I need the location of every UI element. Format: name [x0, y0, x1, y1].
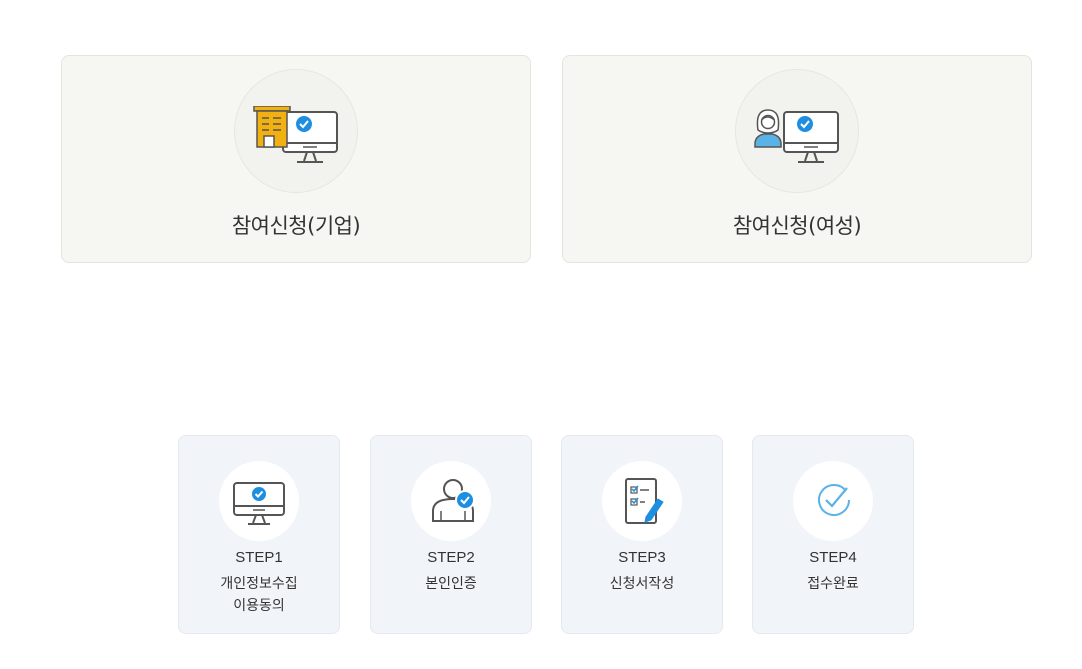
- step3-icon-circle: [602, 461, 682, 541]
- step1-icon-circle: [219, 461, 299, 541]
- step1-desc-line2: 이용동의: [233, 598, 285, 614]
- checklist-pen-icon: [625, 478, 664, 524]
- apply-women-label: 참여신청(여성): [732, 214, 862, 238]
- step1-desc: 개인정보수집 이용동의: [179, 573, 339, 617]
- step4-title: STEP4: [809, 549, 857, 566]
- step1-title: STEP1: [235, 549, 283, 566]
- step3-title: STEP3: [618, 549, 666, 566]
- checkmark-circle-icon: [818, 484, 850, 516]
- step2-desc: 본인인증: [371, 573, 531, 595]
- step-card-1: STEP1 개인정보수집 이용동의: [178, 435, 340, 634]
- step-card-4: STEP4 접수완료: [752, 435, 914, 634]
- step4-icon-circle: [793, 461, 873, 541]
- apply-corporate-button[interactable]: 참여신청(기업): [61, 55, 531, 263]
- step2-title: STEP2: [427, 549, 475, 566]
- step2-desc-line1: 본인인증: [425, 576, 477, 592]
- step3-desc-line1: 신청서작성: [609, 576, 675, 592]
- person-check-icon: [432, 479, 475, 522]
- step4-desc-line1: 접수완료: [807, 576, 859, 592]
- step1-desc-line1: 개인정보수집: [220, 576, 298, 592]
- step3-desc: 신청서작성: [562, 573, 722, 595]
- woman-monitor-icon: [754, 109, 839, 163]
- step2-icon-circle: [411, 461, 491, 541]
- apply-women-button[interactable]: 참여신청(여성): [562, 55, 1032, 263]
- step4-desc: 접수완료: [753, 573, 913, 595]
- monitor-check-icon: [233, 482, 285, 525]
- step-card-2: STEP2 본인인증: [370, 435, 532, 634]
- apply-corporate-icon-circle: [234, 69, 358, 193]
- apply-women-icon-circle: [735, 69, 859, 193]
- step-card-3: STEP3 신청서작성: [561, 435, 723, 634]
- building-monitor-icon: [253, 106, 338, 163]
- apply-corporate-label: 참여신청(기업): [231, 214, 361, 238]
